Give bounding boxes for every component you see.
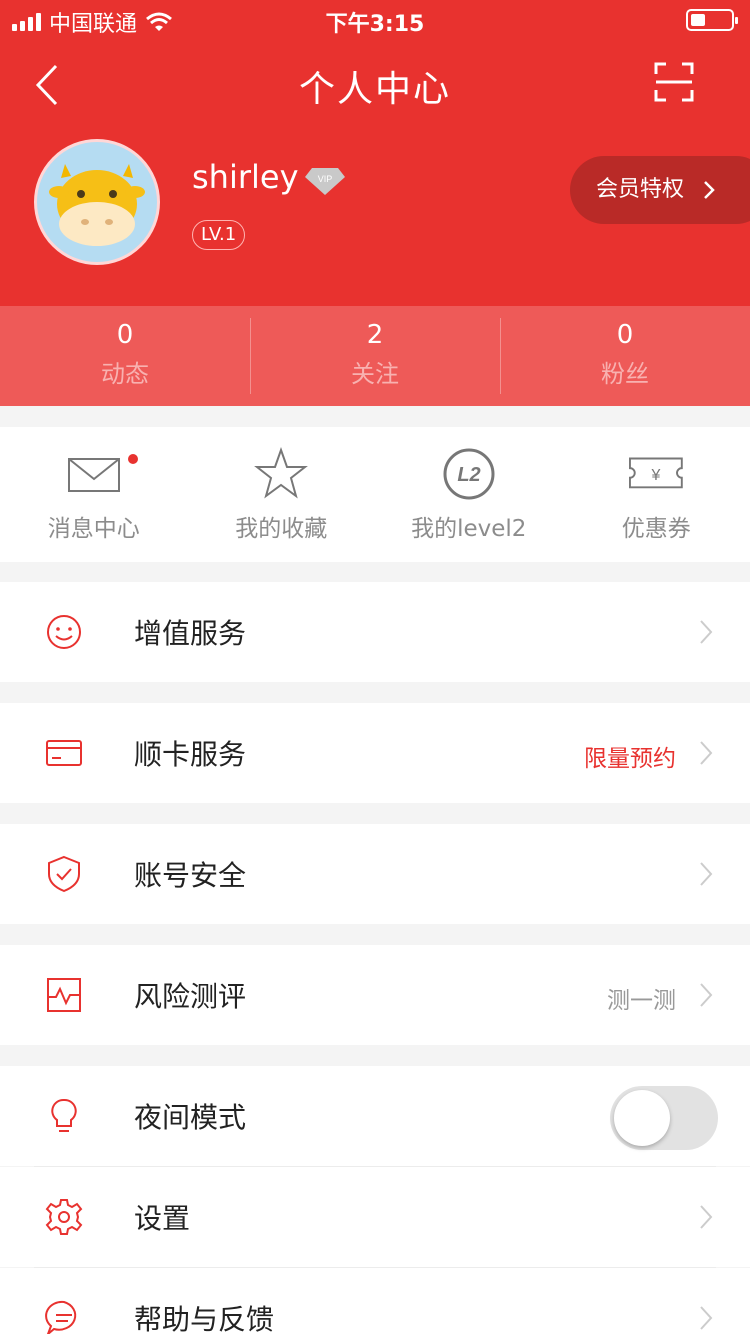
menu-account-security[interactable]: 账号安全 [0, 824, 750, 924]
gear-icon [45, 1199, 83, 1235]
tool-label: 消息中心 [47, 516, 140, 542]
chevron-right-icon [700, 862, 713, 886]
stats-bar: 0 动态 2 关注 0 粉丝 [0, 306, 750, 406]
chevron-right-icon [700, 1205, 713, 1229]
tool-level2[interactable]: L2 我的level2 [375, 427, 563, 562]
menu-label: 设置 [134, 1202, 191, 1235]
status-bar: 中国联通 下午3:15 [0, 0, 750, 40]
menu-label: 顺卡服务 [134, 738, 247, 771]
menu-label: 夜间模式 [134, 1101, 247, 1134]
stat-following[interactable]: 2 关注 [250, 306, 500, 406]
chevron-right-icon [700, 741, 713, 765]
shield-icon [48, 855, 80, 893]
scan-icon[interactable] [654, 62, 694, 102]
toggle-knob [614, 1090, 670, 1146]
card-icon [46, 740, 82, 766]
menu-night-mode: 夜间模式 [0, 1066, 750, 1166]
menu-settings[interactable]: 设置 [0, 1167, 750, 1267]
vip-diamond-icon: VIP [305, 168, 345, 195]
stat-label: 动态 [101, 360, 149, 388]
tool-label: 我的收藏 [235, 516, 328, 542]
night-mode-toggle[interactable] [610, 1086, 718, 1150]
cow-avatar-icon [49, 164, 145, 246]
menu-value-added-services[interactable]: 增值服务 [0, 582, 750, 682]
chart-icon [47, 978, 81, 1012]
menu-label: 账号安全 [134, 859, 247, 892]
tool-favorites[interactable]: 我的收藏 [188, 427, 376, 562]
unread-dot [128, 454, 138, 464]
level2-icon: L2 [443, 448, 495, 500]
menu-extra-text: 测一测 [607, 988, 676, 1014]
coupon-icon-text: ¥ [651, 467, 661, 484]
menu-label: 帮助与反馈 [134, 1303, 275, 1334]
stat-value: 2 [366, 320, 384, 350]
member-privilege-button[interactable]: 会员特权 [570, 156, 750, 224]
stat-followers[interactable]: 0 粉丝 [500, 306, 750, 406]
stat-value: 0 [616, 320, 634, 350]
nav-bar: 个人中心 [0, 48, 750, 120]
mail-icon [67, 458, 120, 492]
star-icon [254, 447, 309, 499]
menu-extra-text: 限量预约 [584, 746, 676, 772]
tool-coupons[interactable]: ¥ 优惠券 [563, 427, 750, 562]
chevron-right-icon [700, 1306, 713, 1330]
status-time: 下午3:15 [325, 12, 425, 37]
level2-icon-text: L2 [457, 464, 480, 486]
tool-label: 优惠券 [621, 516, 691, 542]
profile-header: 中国联通 下午3:15 个人中心 shirley VIP LV.1 会员特权 [0, 0, 750, 306]
menu-risk-assessment[interactable]: 风险测评 测一测 [0, 945, 750, 1045]
menu-card-service[interactable]: 顺卡服务 限量预约 [0, 703, 750, 803]
avatar[interactable] [34, 139, 160, 265]
quick-tools: 消息中心 我的收藏 L2 我的level2 ¥ 优惠券 [0, 427, 750, 562]
member-button-label: 会员特权 [596, 177, 685, 202]
level-badge: LV.1 [192, 220, 246, 250]
stat-value: 0 [116, 320, 134, 350]
tool-message-center[interactable]: 消息中心 [0, 427, 188, 562]
stat-posts[interactable]: 0 动态 [0, 306, 250, 406]
tool-label: 我的level2 [411, 516, 527, 542]
menu-help-feedback[interactable]: 帮助与反馈 [0, 1268, 750, 1334]
page-title: 个人中心 [298, 69, 451, 110]
chat-icon [45, 1300, 77, 1334]
menu-label: 风险测评 [134, 980, 247, 1013]
chevron-right-icon [704, 181, 715, 199]
chevron-right-icon [700, 620, 713, 644]
menu-label: 增值服务 [134, 617, 247, 650]
coupon-icon: ¥ [629, 457, 684, 489]
bulb-icon [51, 1098, 77, 1132]
chevron-right-icon [700, 983, 713, 1007]
battery-icon [686, 9, 738, 31]
smile-icon [47, 615, 81, 649]
stat-label: 关注 [351, 360, 399, 388]
stat-label: 粉丝 [601, 360, 649, 388]
username: shirley [192, 158, 299, 196]
vip-badge-text: VIP [318, 174, 333, 184]
